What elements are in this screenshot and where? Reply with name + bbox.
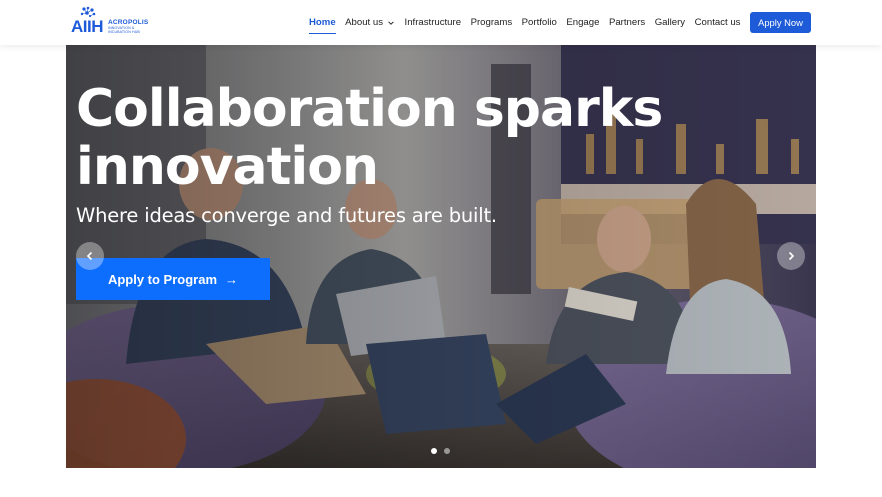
main-nav: Home About us Infrastructure Programs Po…: [309, 0, 750, 45]
carousel-next-button[interactable]: [777, 242, 805, 270]
hero-subtitle: Where ideas converge and futures are bui…: [76, 204, 497, 227]
brand-name: ACROPOLIS: [108, 19, 149, 26]
carousel-indicators: [431, 448, 450, 454]
nav-infrastructure[interactable]: Infrastructure: [405, 0, 462, 45]
nav-contact-us-label: Contact us: [694, 17, 741, 28]
nav-home-label: Home: [309, 17, 336, 28]
nav-portfolio[interactable]: Portfolio: [522, 0, 557, 45]
chevron-right-icon: [788, 251, 795, 261]
carousel-dot-2[interactable]: [444, 448, 450, 454]
nav-about-us[interactable]: About us: [345, 0, 395, 45]
nav-programs[interactable]: Programs: [471, 0, 513, 45]
brand-tagline: INNOVATION & INCUBATION HUB: [108, 26, 140, 35]
hero-title: Collaboration sparks innovation: [76, 80, 676, 196]
chevron-down-icon: [388, 20, 394, 25]
nav-portfolio-label: Portfolio: [521, 17, 557, 28]
nav-home[interactable]: Home: [309, 0, 336, 45]
apply-to-program-button[interactable]: Apply to Program →: [76, 258, 270, 300]
apply-to-program-label: Apply to Program: [107, 271, 218, 287]
hero-title-line1: Collaboration sparks: [76, 79, 663, 139]
nav-partners-label: Partners: [608, 17, 646, 28]
nav-infrastructure-label: Infrastructure: [404, 17, 462, 28]
apply-now-button[interactable]: Apply Now: [750, 12, 811, 33]
hero-carousel: Collaboration sparks innovation Where id…: [66, 44, 816, 468]
chevron-left-icon: [86, 251, 93, 261]
nav-gallery[interactable]: Gallery: [655, 0, 685, 45]
nav-about-us-label: About us: [345, 17, 384, 28]
hero-title-line2: innovation: [76, 137, 379, 197]
nav-partners[interactable]: Partners: [609, 0, 645, 45]
nav-engage-label: Engage: [566, 17, 600, 28]
logo-letters: AIIH: [71, 17, 104, 36]
carousel-dot-1[interactable]: [431, 448, 437, 454]
arrow-right-icon: →: [225, 271, 239, 287]
brand-logo[interactable]: AIIH ACROPOLIS INNOVATION & INCUBATION H…: [71, 6, 151, 36]
nav-gallery-label: Gallery: [654, 17, 686, 28]
nav-contact-us[interactable]: Contact us: [695, 0, 741, 45]
nav-programs-label: Programs: [470, 17, 513, 28]
site-header: AIIH ACROPOLIS INNOVATION & INCUBATION H…: [0, 0, 882, 45]
nav-engage[interactable]: Engage: [566, 0, 599, 45]
carousel-prev-button[interactable]: [76, 242, 104, 270]
